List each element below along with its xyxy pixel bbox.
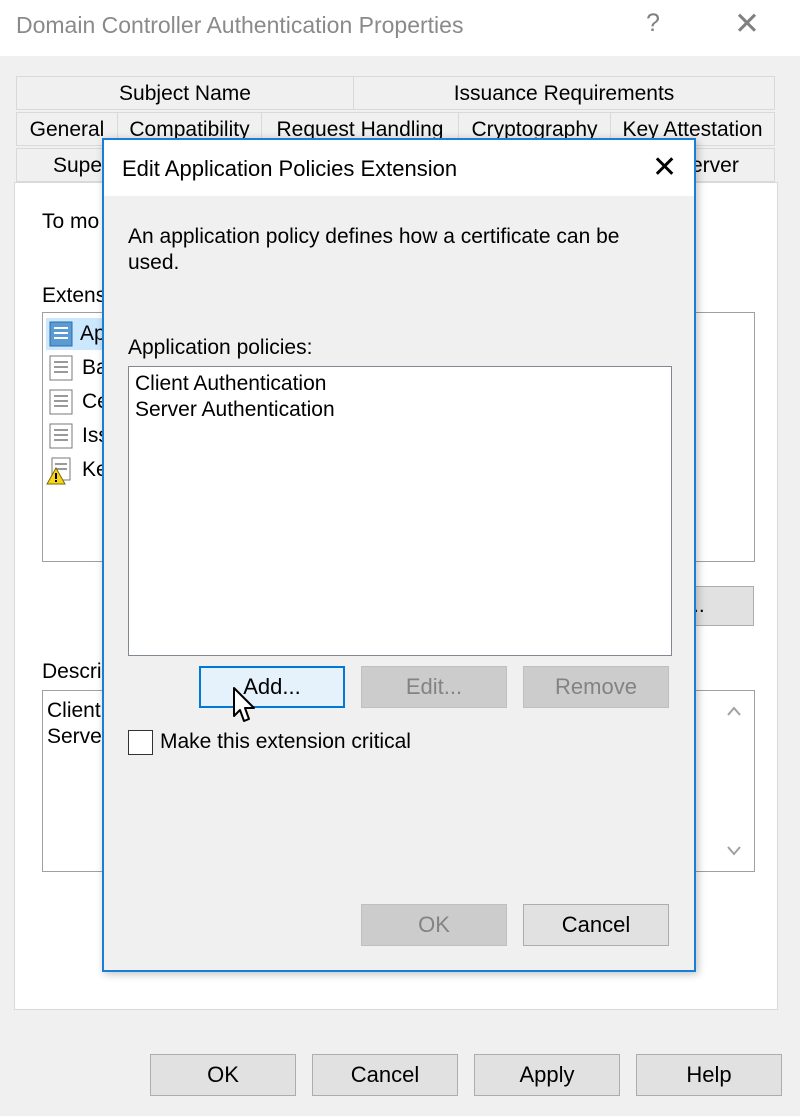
dialog-cancel-button[interactable]: Cancel	[523, 904, 669, 946]
window-titlebar: Domain Controller Authentication Propert…	[0, 0, 800, 56]
extension-icon	[49, 423, 73, 449]
window-title: Domain Controller Authentication Propert…	[16, 12, 464, 38]
edit-button[interactable]: Edit...	[361, 666, 507, 708]
application-policies-label: Application policies:	[128, 336, 313, 359]
remove-button[interactable]: Remove	[523, 666, 669, 708]
intro-text: To mo	[42, 210, 100, 233]
tab-issuance-requirements[interactable]: Issuance Requirements	[353, 76, 775, 110]
warning-icon	[46, 457, 71, 485]
dialog-title: Edit Application Policies Extension	[122, 156, 458, 181]
description-label: Descri	[42, 660, 102, 683]
scroll-up-icon[interactable]	[725, 703, 743, 719]
dialog-ok-button[interactable]: OK	[361, 904, 507, 946]
extension-icon	[49, 321, 73, 347]
description-line: Serve	[47, 725, 102, 748]
dialog-close-icon[interactable]: ✕	[652, 150, 677, 185]
footer-help-button[interactable]: Help	[636, 1054, 782, 1096]
footer-apply-button[interactable]: Apply	[474, 1054, 620, 1096]
help-icon[interactable]: ?	[646, 9, 660, 38]
critical-checkbox-label[interactable]: Make this extension critical	[160, 730, 411, 754]
description-line: Client	[47, 699, 101, 722]
scroll-down-icon[interactable]	[725, 843, 743, 859]
list-item[interactable]: Server Authentication	[135, 397, 665, 423]
tab-subject-name[interactable]: Subject Name	[16, 76, 354, 110]
list-item[interactable]: Client Authentication	[135, 371, 665, 397]
dialog-titlebar: Edit Application Policies Extension ✕	[104, 140, 694, 196]
mouse-cursor-icon	[233, 687, 255, 722]
window-close-icon[interactable]: ✕	[734, 6, 760, 42]
add-button[interactable]: Add...	[199, 666, 345, 708]
critical-checkbox[interactable]	[128, 730, 153, 755]
extension-icon	[49, 389, 73, 415]
edit-application-policies-dialog: Edit Application Policies Extension ✕ An…	[102, 138, 696, 972]
extension-icon	[49, 355, 73, 381]
footer-ok-button[interactable]: OK	[150, 1054, 296, 1096]
footer-cancel-button[interactable]: Cancel	[312, 1054, 458, 1096]
extensions-label: Extens	[42, 284, 107, 307]
application-policies-list[interactable]: Client Authentication Server Authenticat…	[128, 366, 672, 656]
dialog-description: An application policy defines how a cert…	[128, 225, 620, 274]
